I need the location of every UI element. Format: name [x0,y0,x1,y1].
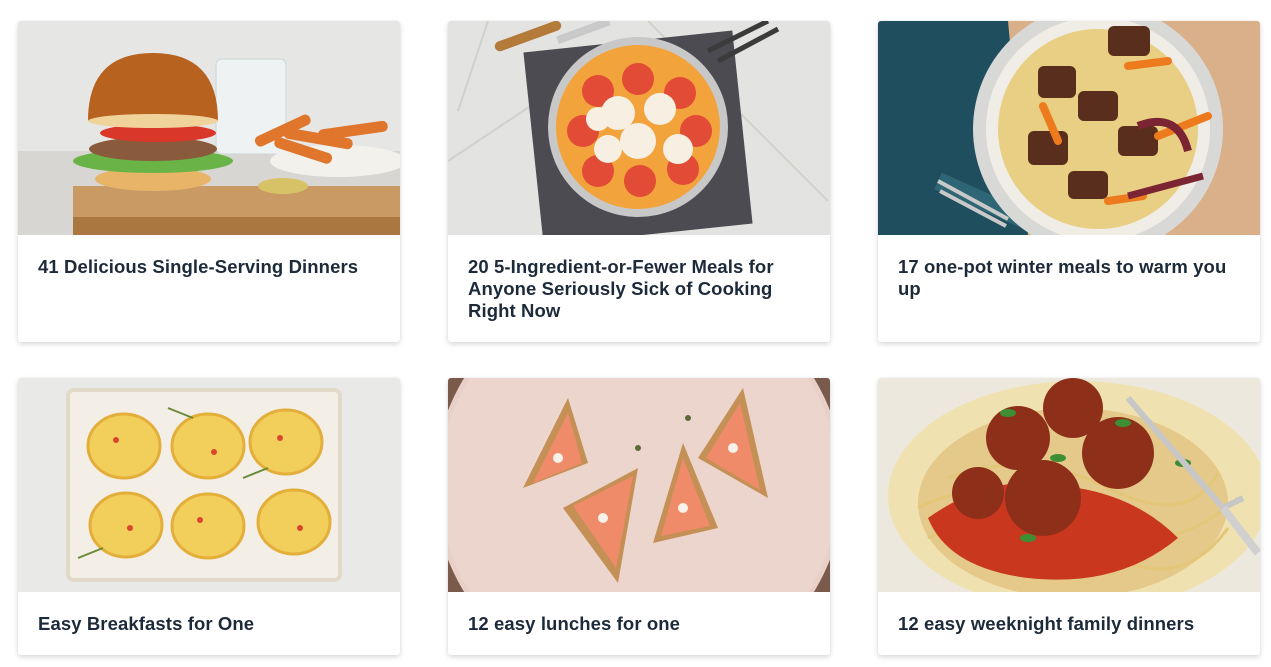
smoked-salmon-toasts-photo[interactable] [448,378,830,592]
egg-muffins-photo[interactable] [18,378,400,592]
card-title[interactable]: 41 Delicious Single-Serving Dinners [18,235,400,278]
card-title[interactable]: 17 one-pot winter meals to warm you up [878,235,1260,300]
card-title[interactable]: 12 easy weeknight family dinners [878,592,1260,635]
tomato-mozzarella-skillet-photo[interactable] [448,21,830,235]
card-title[interactable]: 20 5-Ingredient-or-Fewer Meals for Anyon… [448,235,830,322]
burger-photo[interactable] [18,21,400,235]
recipe-card[interactable]: 12 easy weeknight family dinners [878,378,1260,655]
spaghetti-meatballs-photo[interactable] [878,378,1260,592]
card-title[interactable]: Easy Breakfasts for One [18,592,400,635]
recipe-card[interactable]: 17 one-pot winter meals to warm you up [878,21,1260,342]
recipe-card[interactable]: 41 Delicious Single-Serving Dinners [18,21,400,342]
card-title[interactable]: 12 easy lunches for one [448,592,830,635]
recipe-card[interactable]: 20 5-Ingredient-or-Fewer Meals for Anyon… [448,21,830,342]
recipe-card[interactable]: 12 easy lunches for one [448,378,830,655]
beef-noodle-stew-photo[interactable] [878,21,1260,235]
recipe-collection-grid: 41 Delicious Single-Serving Dinners 20 5… [18,21,1260,655]
recipe-card[interactable]: Easy Breakfasts for One [18,378,400,655]
